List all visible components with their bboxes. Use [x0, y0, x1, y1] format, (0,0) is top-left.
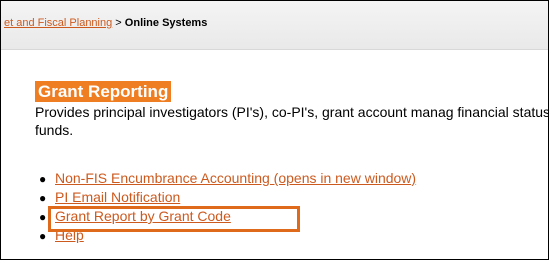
bullet-icon: ●	[39, 191, 47, 205]
breadcrumb-link-fiscal-planning[interactable]: et and Fiscal Planning	[4, 17, 112, 29]
breadcrumb-current: Online Systems	[124, 17, 208, 29]
link-help[interactable]: Help	[55, 227, 84, 243]
link-grant-report-by-grant-code[interactable]: Grant Report by Grant Code	[55, 208, 231, 224]
breadcrumb-bar: et and Fiscal Planning > Online Systems	[1, 1, 548, 50]
bullet-icon: ●	[39, 210, 47, 224]
breadcrumb-separator: >	[115, 17, 122, 29]
breadcrumb: et and Fiscal Planning > Online Systems	[4, 17, 207, 29]
section-title: Grant Reporting	[35, 81, 172, 102]
link-pi-email-notification[interactable]: PI Email Notification	[55, 189, 180, 205]
list-item: ● Non-FIS Encumbrance Accounting (opens i…	[39, 169, 416, 188]
section-description: Provides principal investigators (PI's),…	[35, 104, 549, 138]
list-item: ● PI Email Notification	[39, 188, 416, 207]
list-item: ● Grant Report by Grant Code	[39, 207, 416, 226]
browser-content-frame: et and Fiscal Planning > Online Systems …	[0, 0, 549, 260]
list-item: ● Help	[39, 226, 416, 245]
bullet-icon: ●	[39, 172, 47, 186]
link-list: ● Non-FIS Encumbrance Accounting (opens i…	[39, 169, 416, 245]
link-non-fis-encumbrance[interactable]: Non-FIS Encumbrance Accounting (opens in…	[55, 170, 416, 186]
bullet-icon: ●	[39, 229, 47, 243]
